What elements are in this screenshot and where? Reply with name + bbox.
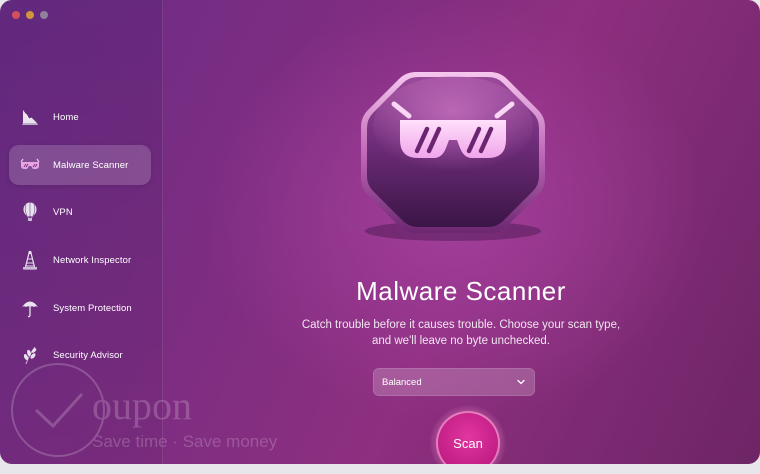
page-subtitle: Catch trouble before it causes trouble. … — [162, 317, 760, 349]
sidebar-item-system-protection[interactable]: System Protection — [9, 288, 151, 328]
app-window: Home Malware Scanner VPN Network Inspect… — [0, 0, 760, 464]
sidebar-item-security-advisor[interactable]: Security Advisor — [9, 335, 151, 375]
sidebar-item-home[interactable]: Home — [9, 97, 151, 137]
scan-type-select[interactable]: Balanced — [373, 368, 535, 396]
sidebar-item-label: Security Advisor — [53, 349, 123, 361]
umbrella-icon — [20, 298, 40, 318]
subtitle-line: and we'll leave no byte unchecked. — [371, 335, 550, 347]
page-title: Malware Scanner — [356, 276, 566, 306]
subtitle-line: Catch trouble before it causes trouble. … — [301, 319, 621, 331]
sidebar-item-label: Malware Scanner — [53, 159, 129, 171]
sidebar-item-vpn[interactable]: VPN — [9, 192, 151, 232]
sunglasses-icon — [20, 155, 40, 175]
network-icon — [20, 250, 40, 270]
sidebar-item-label: VPN — [53, 206, 73, 218]
chevron-down-icon — [516, 377, 526, 387]
sidebar-item-label: System Protection — [53, 302, 132, 314]
sidebar-item-network-inspector[interactable]: Network Inspector — [9, 240, 151, 280]
scan-type-value: Balanced — [382, 376, 422, 388]
leaf-icon — [20, 345, 40, 365]
malware-scanner-sunglasses-icon — [354, 66, 552, 241]
sidebar-item-label: Network Inspector — [53, 254, 132, 266]
sidebar-item-malware-scanner[interactable]: Malware Scanner — [9, 145, 151, 185]
sidebar-item-label: Home — [53, 111, 79, 123]
sidebar: Home Malware Scanner VPN Network Inspect… — [0, 0, 163, 464]
home-icon — [20, 107, 40, 127]
vpn-balloon-icon — [20, 202, 40, 222]
